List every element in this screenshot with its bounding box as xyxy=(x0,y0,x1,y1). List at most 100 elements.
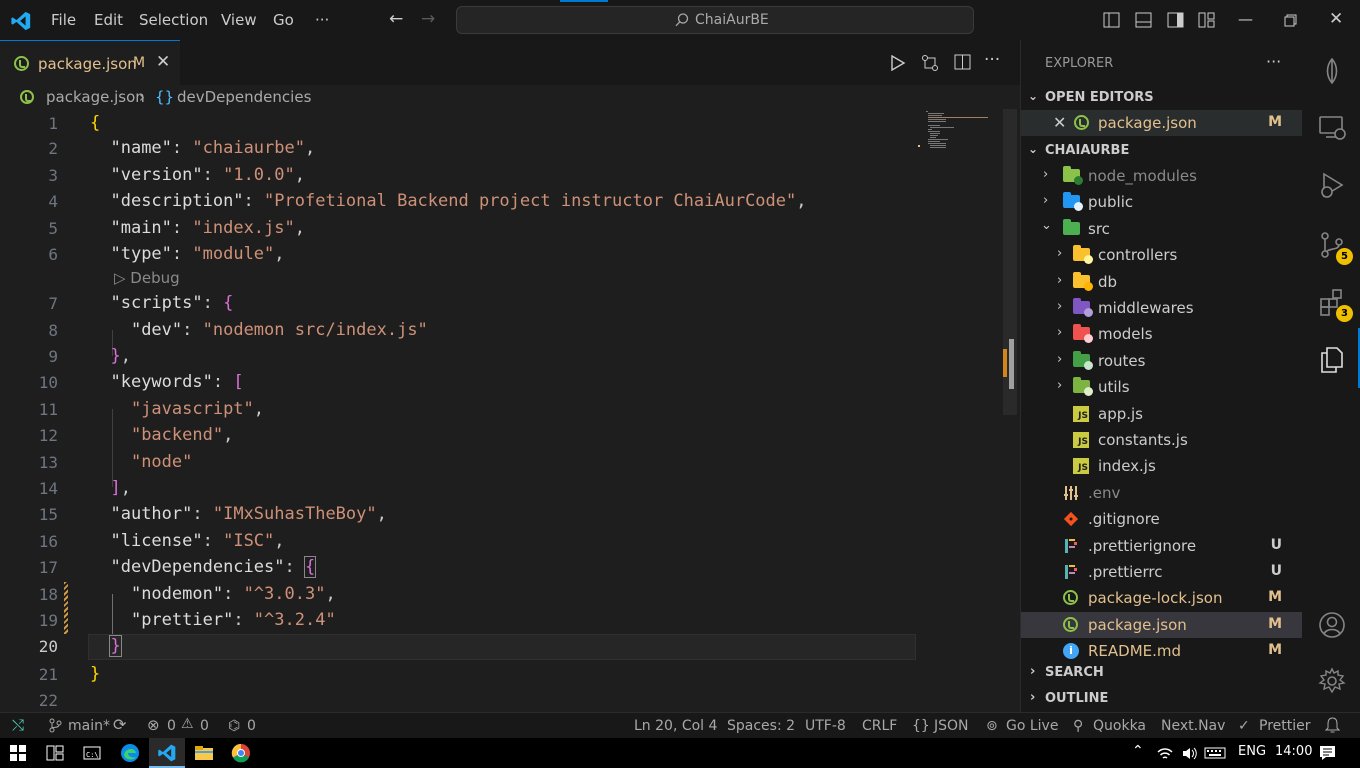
tree-item-readme[interactable]: i README.md M xyxy=(1021,638,1302,664)
tree-item-app-js[interactable]: JS app.js xyxy=(1021,401,1302,427)
terminal-app-icon[interactable]: C:\ xyxy=(83,745,101,761)
remote-indicator-icon[interactable]: ⤭ xyxy=(12,716,24,734)
activity-extensions[interactable]: 3 xyxy=(1302,279,1360,323)
notification-center-icon[interactable] xyxy=(1319,745,1336,761)
language-mode[interactable]: JSON xyxy=(934,718,969,734)
indentation[interactable]: Spaces: 2 xyxy=(727,718,795,734)
tree-item-public[interactable]: › public xyxy=(1021,189,1302,215)
encoding[interactable]: UTF-8 xyxy=(805,718,846,734)
activity-explorer[interactable] xyxy=(1302,328,1360,388)
tree-item-package-lock[interactable]: package-lock.json M xyxy=(1021,585,1302,611)
tree-item-middlewares[interactable]: › middlewares xyxy=(1021,295,1302,321)
tree-item-index-js[interactable]: JS index.js xyxy=(1021,453,1302,479)
minimap[interactable] xyxy=(916,109,1003,159)
split-editor-icon[interactable] xyxy=(954,54,971,70)
vscode-taskbar-button[interactable] xyxy=(149,738,185,768)
customize-layout-icon[interactable] xyxy=(1198,12,1215,28)
wifi-icon[interactable] xyxy=(1157,747,1173,760)
tree-item-prettierignore[interactable]: .prettierignore U xyxy=(1021,533,1302,559)
quokka-button[interactable]: Quokka xyxy=(1093,718,1146,734)
keyboard-icon[interactable] xyxy=(1204,747,1226,759)
clock[interactable]: 14:00 xyxy=(1275,744,1312,759)
activity-remote-explorer[interactable] xyxy=(1302,104,1360,148)
tab-close-icon[interactable]: ✕ xyxy=(156,52,170,72)
git-branch-icon xyxy=(49,718,62,733)
run-icon[interactable] xyxy=(890,55,906,71)
activity-accounts[interactable] xyxy=(1302,602,1360,646)
activity-source-control[interactable]: 5 xyxy=(1302,222,1360,266)
tree-item-routes[interactable]: › routes xyxy=(1021,348,1302,374)
editor-more-actions-icon[interactable]: ··· xyxy=(984,50,1000,70)
tree-item-utils[interactable]: › utils xyxy=(1021,374,1302,400)
command-center-search[interactable]: ChaiAurBE xyxy=(456,6,974,34)
tree-item-gitignore[interactable]: .gitignore xyxy=(1021,506,1302,532)
nav-back-icon[interactable]: ← xyxy=(389,9,403,29)
go-live-button[interactable]: Go Live xyxy=(1006,718,1058,734)
menu-view[interactable]: View xyxy=(221,11,257,29)
open-editor-item[interactable]: ✕ package.json M xyxy=(1021,110,1302,136)
toggle-primary-sidebar-icon[interactable] xyxy=(1103,12,1120,28)
volume-icon[interactable] xyxy=(1182,747,1197,760)
edge-browser-icon[interactable] xyxy=(120,743,140,763)
end-of-line[interactable]: CRLF xyxy=(862,718,897,734)
debug-codelens[interactable]: ▷ Debug xyxy=(114,269,180,287)
warning-count[interactable]: 0 xyxy=(200,718,209,734)
task-view-icon[interactable] xyxy=(46,745,64,761)
menu-selection[interactable]: Selection xyxy=(139,11,208,29)
ports-count[interactable]: 0 xyxy=(247,718,256,734)
activity-run-debug[interactable] xyxy=(1302,162,1360,206)
code-editor[interactable]: ▷ Debug 1 { 2 "name": "chaiaurbe", 3 "ver… xyxy=(0,109,1003,712)
javascript-file-icon: JS xyxy=(1073,458,1089,474)
tree-item-controllers[interactable]: › controllers xyxy=(1021,242,1302,268)
tree-item-models[interactable]: › models xyxy=(1021,321,1302,347)
tree-item-prettierrc[interactable]: .prettierrc U xyxy=(1021,559,1302,585)
tab-package-json[interactable]: package.json M ✕ xyxy=(0,40,180,85)
cursor-position[interactable]: Ln 20, Col 4 xyxy=(634,718,717,734)
close-window-icon[interactable]: ✕ xyxy=(1329,9,1343,29)
tree-item-db[interactable]: › db xyxy=(1021,269,1302,295)
git-branch[interactable]: main* xyxy=(68,718,110,734)
windows-start-icon[interactable] xyxy=(10,745,26,761)
breadcrumb-file[interactable]: package.json xyxy=(46,88,145,106)
minimize-icon[interactable]: — xyxy=(1238,10,1253,28)
tree-item-package-json[interactable]: package.json M xyxy=(1021,612,1302,638)
activity-settings[interactable] xyxy=(1302,658,1360,702)
toggle-panel-icon[interactable] xyxy=(1135,12,1152,28)
tab-modified-badge: M xyxy=(133,55,146,71)
tree-item-constants-js[interactable]: JS constants.js xyxy=(1021,427,1302,453)
explorer-more-icon[interactable]: ··· xyxy=(1266,52,1281,71)
error-count[interactable]: 0 xyxy=(167,718,176,734)
notifications-bell-icon[interactable] xyxy=(1325,717,1340,733)
chrome-browser-icon[interactable] xyxy=(231,743,251,763)
line-number: 20 xyxy=(38,637,58,656)
menu-edit[interactable]: Edit xyxy=(94,11,123,29)
prettier-button[interactable]: Prettier xyxy=(1259,718,1311,734)
chevron-right-icon: › xyxy=(1030,690,1036,705)
restore-icon[interactable] xyxy=(1284,14,1297,27)
nextnav-button[interactable]: Next.Nav xyxy=(1161,718,1225,734)
menu-file[interactable]: File xyxy=(51,11,76,29)
menu-go[interactable]: Go xyxy=(273,11,294,29)
accent-bar xyxy=(560,0,608,2)
tree-item-node-modules[interactable]: › node_modules xyxy=(1021,163,1302,189)
show-hidden-icons[interactable]: ⌃ xyxy=(1132,743,1144,759)
file-explorer-icon[interactable] xyxy=(194,745,214,761)
tree-item-env[interactable]: .env xyxy=(1021,480,1302,506)
toggle-secondary-sidebar-icon[interactable] xyxy=(1167,12,1184,28)
input-language[interactable]: ENG xyxy=(1238,744,1266,759)
activity-mongodb[interactable] xyxy=(1302,48,1360,92)
editor-scrollbar[interactable] xyxy=(1003,109,1017,415)
breadcrumb-symbol[interactable]: devDependencies xyxy=(177,88,311,106)
src-folder-icon xyxy=(1063,219,1080,235)
search-section-label: SEARCH xyxy=(1045,665,1104,680)
open-changes-icon[interactable] xyxy=(921,54,939,72)
nav-forward-icon[interactable]: → xyxy=(421,9,435,29)
sync-icon[interactable]: ⟳ xyxy=(113,715,126,734)
tree-item-label: routes xyxy=(1098,352,1146,370)
close-editor-icon[interactable]: ✕ xyxy=(1053,113,1066,132)
tree-item-label: app.js xyxy=(1098,405,1143,423)
tree-item-src[interactable]: ⌄ src xyxy=(1021,216,1302,242)
editor-tab-bar: package.json M ✕ ··· xyxy=(0,40,1020,85)
menu-more[interactable]: ··· xyxy=(315,11,329,29)
node-folder-icon xyxy=(1063,166,1083,185)
